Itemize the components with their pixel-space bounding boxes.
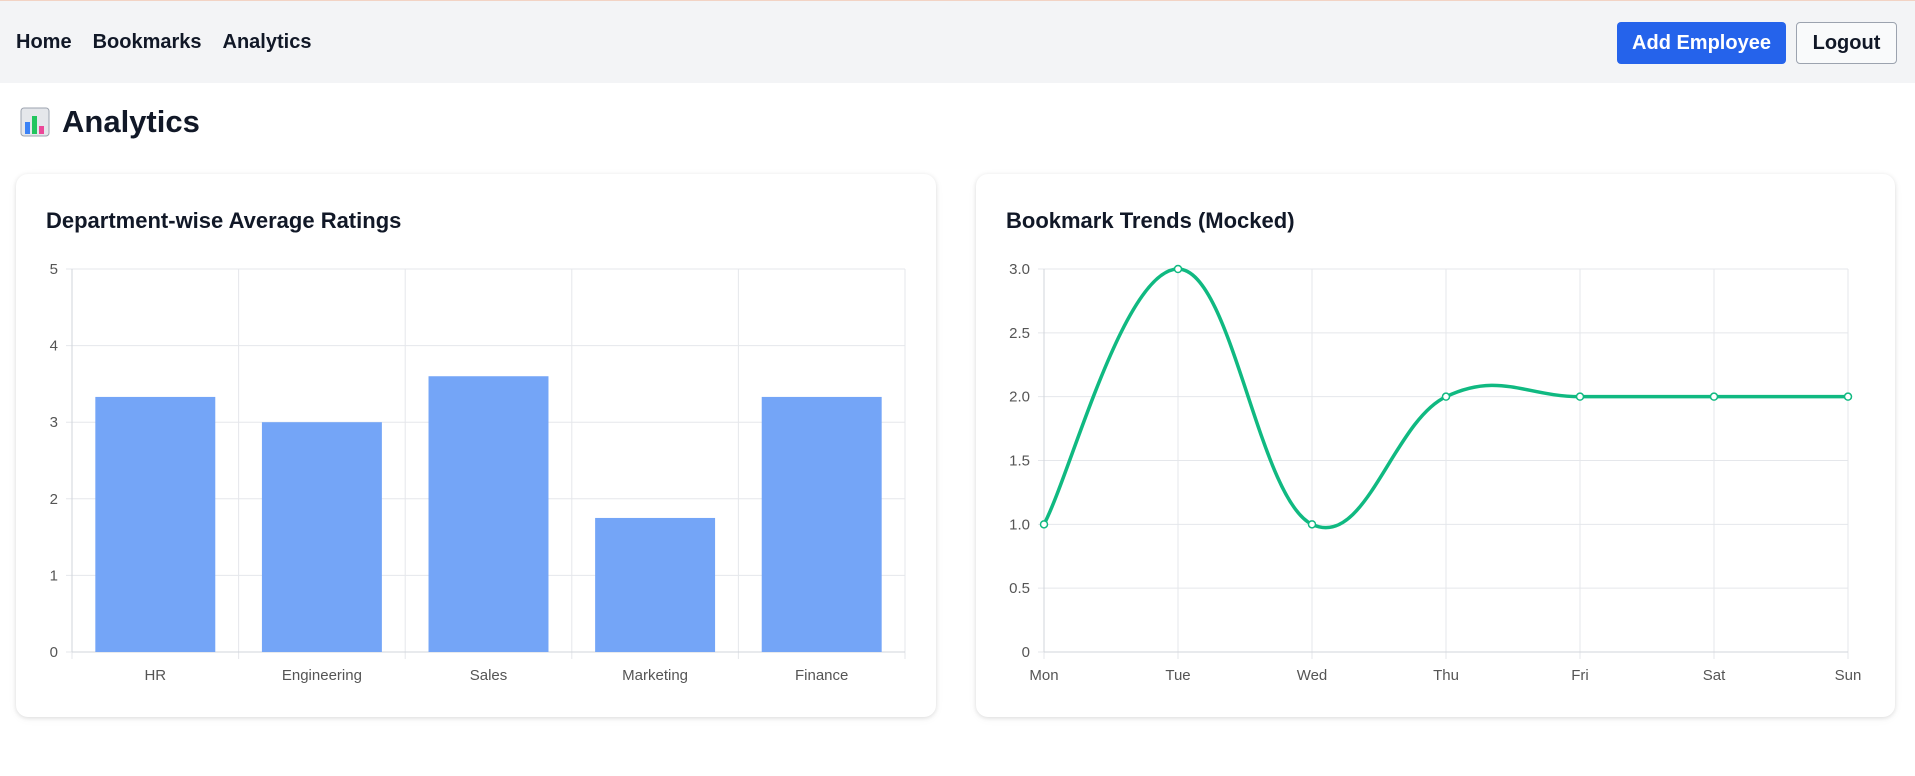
trends-line-chart: 0 0.5 1.0 1.5 2.0 2.5 3.0 Mon Tue Wed Thu Fri Sat Sun	[1009, 261, 1862, 684]
bar	[95, 396, 216, 652]
add-employee-button[interactable]: Add Employee	[1617, 22, 1786, 64]
x-tick-label: Fri	[1571, 667, 1589, 684]
y-tick-label: 4	[50, 338, 58, 355]
nav-link-analytics[interactable]: Analytics	[223, 31, 312, 54]
bar	[595, 517, 716, 652]
main-nav: Home Bookmarks Analytics	[16, 31, 311, 54]
y-tick-label: 1	[50, 567, 58, 584]
bar	[428, 376, 549, 652]
x-tick-label: Marketing	[622, 667, 688, 684]
y-tick-label: 2	[50, 491, 58, 508]
bar	[261, 422, 382, 652]
y-tick-label: 2.0	[1009, 389, 1030, 406]
ratings-chart-card: Department-wise Average Ratings 0 1 2 3 4 5 HR…	[16, 174, 936, 717]
nav-link-bookmarks[interactable]: Bookmarks	[93, 31, 202, 54]
y-tick-label: 3	[50, 414, 58, 431]
trends-chart-card: Bookmark Trends (Mocked) 0 0.5 1.0 1.5 2.0 2.…	[976, 174, 1895, 717]
data-point	[1039, 520, 1049, 529]
logout-button[interactable]: Logout	[1796, 22, 1897, 64]
x-tick-label: Thu	[1433, 667, 1459, 684]
data-point	[1441, 392, 1451, 401]
x-tick-label: Sat	[1703, 667, 1726, 684]
data-point	[1843, 392, 1853, 401]
bar	[761, 396, 882, 652]
y-tick-label: 5	[50, 261, 58, 278]
data-point	[1575, 392, 1585, 401]
top-navbar: Home Bookmarks Analytics Add Employee Lo…	[0, 0, 1915, 83]
x-tick-label: Wed	[1297, 667, 1328, 684]
bar-chart-icon	[20, 107, 50, 137]
data-point	[1709, 392, 1719, 401]
nav-link-home[interactable]: Home	[16, 31, 72, 54]
x-tick-label: Finance	[795, 667, 848, 684]
x-tick-label: Sales	[470, 667, 508, 684]
y-tick-label: 0.5	[1009, 580, 1030, 597]
x-tick-label: Mon	[1029, 667, 1058, 684]
page-title: Analytics	[62, 104, 200, 139]
page-header: Analytics	[20, 104, 200, 140]
y-tick-label: 0	[1022, 644, 1030, 661]
y-tick-label: 1.0	[1009, 516, 1030, 533]
x-tick-label: Sun	[1835, 667, 1862, 684]
y-tick-label: 3.0	[1009, 261, 1030, 278]
data-point	[1173, 264, 1183, 274]
y-tick-label: 2.5	[1009, 325, 1030, 342]
y-tick-label: 0	[50, 644, 58, 661]
ratings-bar-chart: 0 1 2 3 4 5 HR Engineering Sales Marketing Finance	[50, 261, 906, 684]
x-tick-label: HR	[144, 667, 166, 684]
data-point	[1307, 520, 1317, 529]
x-tick-label: Engineering	[282, 667, 362, 684]
y-tick-label: 1.5	[1009, 453, 1030, 470]
x-tick-label: Tue	[1165, 667, 1190, 684]
